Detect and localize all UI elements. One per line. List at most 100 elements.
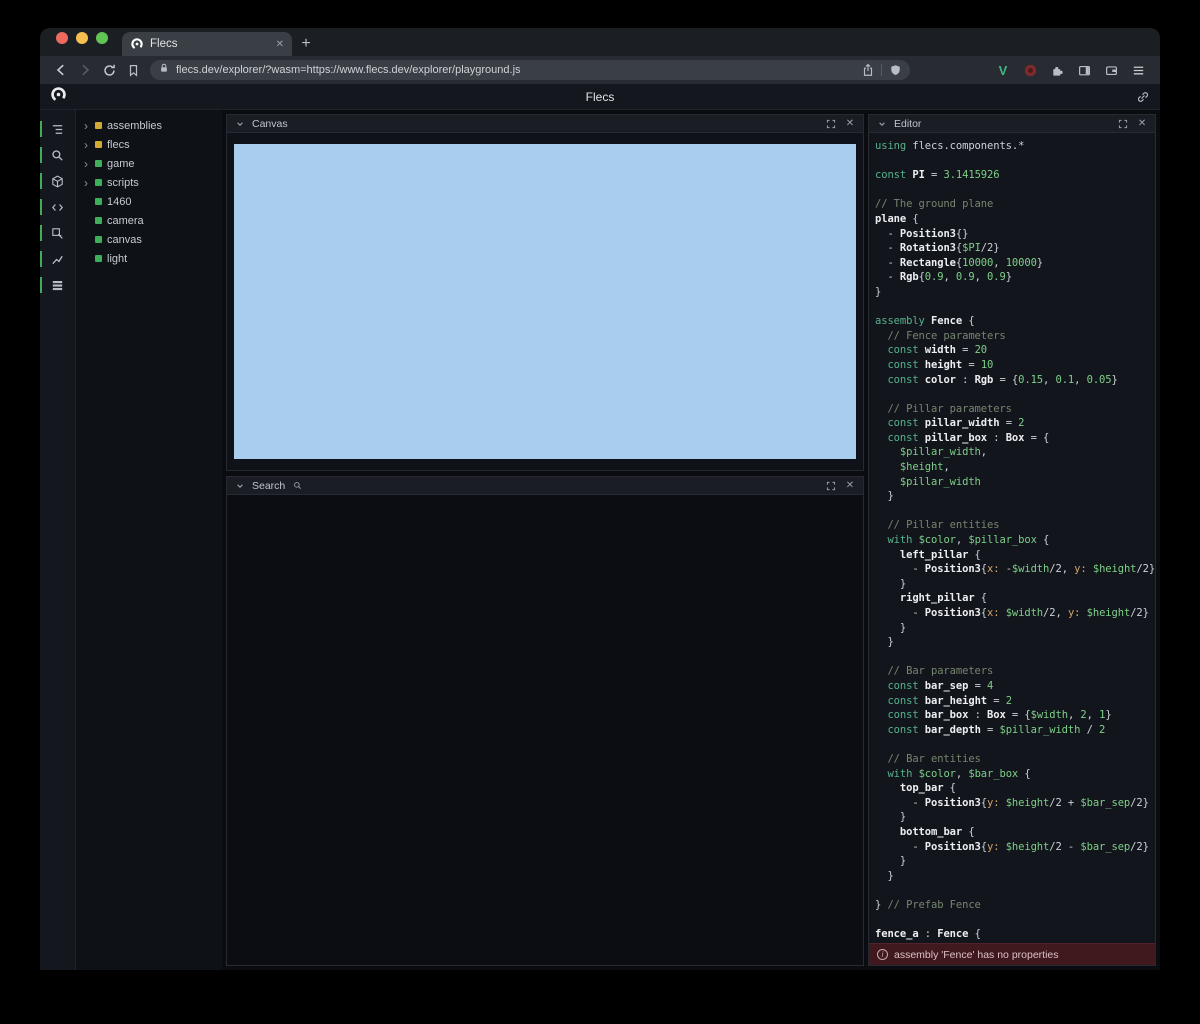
search-panel: Search ✕ <box>226 476 864 966</box>
url-text[interactable]: flecs.dev/explorer/?wasm=https://www.fle… <box>176 64 855 76</box>
tab-close-icon[interactable]: ✕ <box>276 39 284 50</box>
browser-toolbar: flecs.dev/explorer/?wasm=https://www.fle… <box>40 56 1160 84</box>
code-line: assembly Fence { <box>875 314 1155 329</box>
search-panel-header[interactable]: Search ✕ <box>227 477 863 495</box>
tree-item-canvas[interactable]: canvas <box>76 230 222 249</box>
entity-color-icon <box>95 217 102 224</box>
cube-panel-button[interactable] <box>40 168 75 194</box>
close-icon[interactable]: ✕ <box>1135 117 1149 131</box>
inspect-panel-button[interactable] <box>40 220 75 246</box>
entity-label: game <box>107 158 135 170</box>
code-line <box>875 183 1155 198</box>
code-line: } <box>875 489 1155 504</box>
editor-code[interactable]: using flecs.components.* const PI = 3.14… <box>869 133 1155 943</box>
code-line: const PI = 3.1415926 <box>875 168 1155 183</box>
entity-tree: ›assemblies›flecs›game›scripts1460camera… <box>76 110 222 970</box>
canvas-panel-title: Canvas <box>252 118 288 130</box>
minimize-window-button[interactable] <box>76 32 88 44</box>
entity-label: scripts <box>107 177 139 189</box>
expander-icon[interactable]: › <box>82 177 90 189</box>
zoom-window-button[interactable] <box>96 32 108 44</box>
wallet-icon[interactable] <box>1099 59 1123 81</box>
entity-label: 1460 <box>107 196 131 208</box>
window-controls <box>56 32 108 44</box>
editor-panel-header[interactable]: Editor ✕ <box>869 115 1155 133</box>
code-line <box>875 387 1155 402</box>
forward-button[interactable] <box>74 59 96 81</box>
info-icon: i <box>877 949 888 960</box>
puzzle-extensions-icon[interactable] <box>1045 59 1069 81</box>
tree-item-assemblies[interactable]: ›assemblies <box>76 116 222 135</box>
expander-icon[interactable]: › <box>82 139 90 151</box>
chevron-down-icon[interactable] <box>233 479 247 493</box>
address-bar[interactable]: flecs.dev/explorer/?wasm=https://www.fle… <box>150 60 910 80</box>
close-icon[interactable]: ✕ <box>843 117 857 131</box>
tree-item-scripts[interactable]: › scripts <box>76 173 222 192</box>
code-line: } <box>875 854 1155 869</box>
code-line: bottom_bar { <box>875 825 1155 840</box>
error-text: assembly 'Fence' has no properties <box>894 949 1059 961</box>
code-line: $pillar_width <box>875 475 1155 490</box>
code-line: - Position3{x: $width/2, y: $height/2} <box>875 606 1155 621</box>
entity-label: flecs <box>107 139 130 151</box>
tree-item-1460[interactable]: 1460 <box>76 192 222 211</box>
canvas-viewport[interactable] <box>234 144 856 459</box>
new-tab-button[interactable]: + <box>292 32 320 56</box>
code-line <box>875 883 1155 898</box>
menu-icon[interactable] <box>1126 59 1150 81</box>
code-line: // Bar entities <box>875 752 1155 767</box>
code-line: } <box>875 635 1155 650</box>
link-icon[interactable] <box>1136 90 1150 104</box>
expand-icon[interactable] <box>824 479 838 493</box>
code-line: with $color, $bar_box { <box>875 767 1155 782</box>
tree-item-camera[interactable]: camera <box>76 211 222 230</box>
stats-panel-button[interactable] <box>40 246 75 272</box>
shield-icon[interactable] <box>888 63 902 77</box>
reload-button[interactable] <box>98 59 120 81</box>
code-panel-button[interactable] <box>40 194 75 220</box>
code-line: using flecs.components.* <box>875 139 1155 154</box>
code-line: $height, <box>875 460 1155 475</box>
sidebar-toggle-icon[interactable] <box>1072 59 1096 81</box>
search-panel-button[interactable] <box>40 142 75 168</box>
canvas-panel: Canvas ✕ <box>226 114 864 471</box>
code-line: - Rotation3{$PI/2} <box>875 241 1155 256</box>
tree-panel-button[interactable] <box>40 116 75 142</box>
queries-panel-button[interactable] <box>40 272 75 298</box>
page-title: Flecs <box>586 90 615 104</box>
flecs-favicon-icon <box>130 37 144 51</box>
code-line <box>875 912 1155 927</box>
browser-tab[interactable]: Flecs ✕ <box>122 32 292 56</box>
divider <box>881 64 882 76</box>
expander-icon[interactable]: › <box>82 120 90 132</box>
code-line: // Pillar parameters <box>875 402 1155 417</box>
back-button[interactable] <box>50 59 72 81</box>
tree-item-flecs[interactable]: › flecs <box>76 135 222 154</box>
tree-item-game[interactable]: › game <box>76 154 222 173</box>
code-line: } <box>875 869 1155 884</box>
expander-icon[interactable]: › <box>82 158 90 170</box>
v-extension-icon[interactable]: V <box>991 59 1015 81</box>
close-icon[interactable]: ✕ <box>843 479 857 493</box>
editor-panel-title: Editor <box>894 118 921 130</box>
expand-icon[interactable] <box>1116 117 1130 131</box>
chevron-down-icon[interactable] <box>233 117 247 131</box>
share-icon[interactable] <box>861 63 875 77</box>
search-icon <box>290 479 304 493</box>
entity-label: camera <box>107 215 144 227</box>
chevron-down-icon[interactable] <box>875 117 889 131</box>
expand-icon[interactable] <box>824 117 838 131</box>
canvas-panel-header[interactable]: Canvas ✕ <box>227 115 863 133</box>
app-header: Flecs <box>40 84 1160 110</box>
red-extension-icon[interactable] <box>1018 59 1042 81</box>
search-panel-title: Search <box>252 480 285 492</box>
flecs-logo-icon <box>50 86 67 108</box>
tree-item-light[interactable]: light <box>76 249 222 268</box>
code-line: } // Prefab Fence <box>875 898 1155 913</box>
code-line: const pillar_box : Box = { <box>875 431 1155 446</box>
entity-color-icon <box>95 236 102 243</box>
bookmark-icon[interactable] <box>122 59 144 81</box>
close-window-button[interactable] <box>56 32 68 44</box>
code-line: right_pillar { <box>875 591 1155 606</box>
code-line <box>875 154 1155 169</box>
